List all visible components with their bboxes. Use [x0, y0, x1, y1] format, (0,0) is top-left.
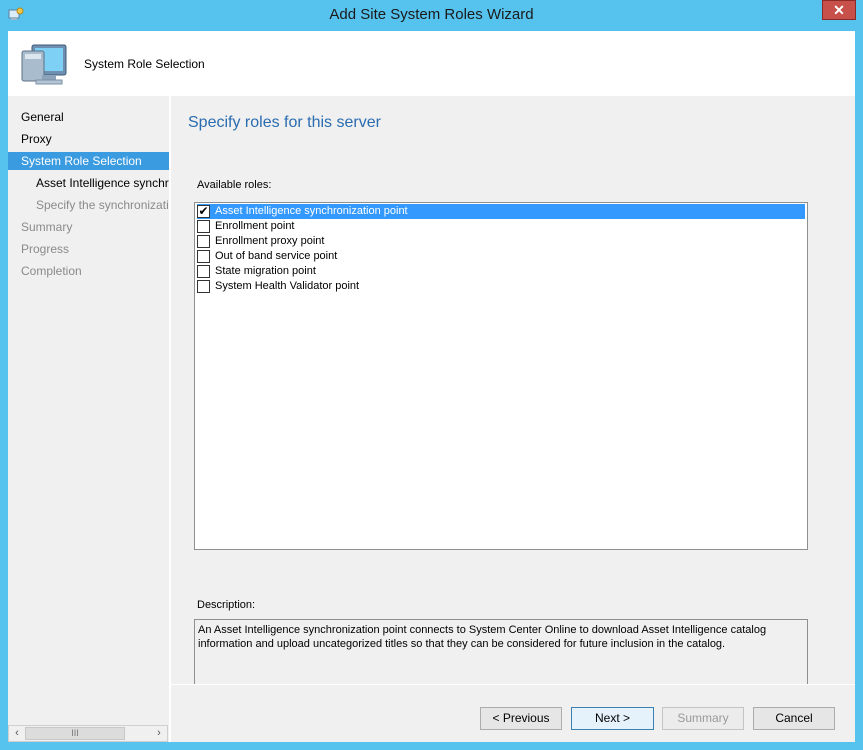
role-checkbox[interactable] [197, 235, 210, 248]
close-button[interactable]: ✕ [822, 0, 856, 20]
nav-item-asset-intelligence[interactable]: Asset Intelligence synchronization point [8, 174, 169, 192]
role-item-asset-intelligence[interactable]: ✔ Asset Intelligence synchronization poi… [197, 204, 805, 219]
available-roles-label: Available roles: [197, 179, 272, 191]
role-item-health-validator[interactable]: System Health Validator point [197, 279, 805, 294]
title-bar[interactable]: Add Site System Roles Wizard ✕ [0, 0, 863, 31]
role-label: System Health Validator point [215, 280, 360, 292]
nav-item-summary: Summary [21, 220, 73, 234]
role-label: Asset Intelligence synchronization point [215, 205, 408, 217]
summary-button: Summary [662, 707, 744, 730]
scroll-right-icon[interactable]: › [151, 726, 167, 741]
role-checkbox[interactable] [197, 220, 210, 233]
description-label: Description: [197, 599, 256, 611]
role-label: Enrollment point [215, 220, 295, 232]
checkmark-icon: ✔ [198, 204, 209, 218]
computer-icon [21, 44, 67, 85]
nav-item-completion: Completion [21, 264, 82, 278]
role-label: Out of band service point [215, 250, 338, 262]
wizard-window: Add Site System Roles Wizard ✕ System Ro… [0, 0, 863, 750]
role-label: State migration point [215, 265, 316, 277]
footer-separator [171, 684, 855, 685]
page-heading: Specify roles for this server [188, 114, 381, 131]
scroll-thumb[interactable]: III [25, 727, 125, 740]
role-item-enrollment[interactable]: Enrollment point [197, 219, 805, 234]
nav-item-progress: Progress [21, 242, 70, 256]
previous-button[interactable]: < Previous [480, 707, 562, 730]
nav-item-specify-synchronization: Specify the synchronization [36, 198, 169, 212]
window-title: Add Site System Roles Wizard [329, 6, 534, 23]
scroll-left-icon[interactable]: ‹ [9, 726, 25, 741]
wizard-nav: General Proxy System Role Selection Asse… [8, 96, 169, 742]
role-checkbox[interactable] [197, 265, 210, 278]
role-checkbox[interactable] [197, 250, 210, 263]
next-button[interactable]: Next > [571, 707, 654, 730]
header-title: System Role Selection [84, 57, 205, 71]
wizard-header: System Role Selection [8, 31, 855, 96]
nav-item-general[interactable]: General [8, 108, 169, 126]
role-item-enrollment-proxy[interactable]: Enrollment proxy point [197, 234, 805, 249]
wizard-main: Specify roles for this server Available … [171, 96, 855, 742]
description-text: An Asset Intelligence synchronization po… [194, 619, 808, 685]
role-checkbox[interactable]: ✔ [197, 204, 210, 218]
role-item-out-of-band[interactable]: Out of band service point [197, 249, 805, 264]
nav-item-system-role-selection[interactable]: System Role Selection [8, 152, 169, 170]
roles-list[interactable]: ✔ Asset Intelligence synchronization poi… [194, 202, 808, 550]
role-checkbox[interactable] [197, 280, 210, 293]
wizard-client-area: System Role Selection General Proxy Syst… [8, 31, 855, 742]
role-item-state-migration[interactable]: State migration point [197, 264, 805, 279]
role-label: Enrollment proxy point [215, 235, 325, 247]
nav-item-proxy[interactable]: Proxy [8, 130, 169, 148]
nav-horizontal-scrollbar[interactable]: ‹ III › [8, 725, 168, 742]
cancel-button[interactable]: Cancel [753, 707, 835, 730]
